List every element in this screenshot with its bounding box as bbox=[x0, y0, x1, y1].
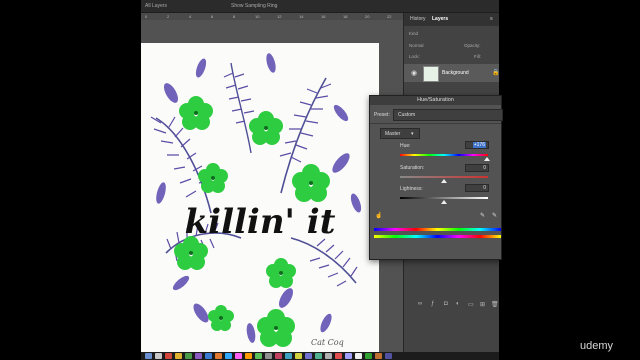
artwork-illustration: killin' it Cat Coq bbox=[150, 53, 362, 347]
channel-select[interactable]: Master ▾ bbox=[380, 128, 420, 139]
preset-select[interactable]: Custom bbox=[393, 109, 503, 121]
lightness-value: 0 bbox=[483, 185, 486, 191]
dock-app-icon[interactable] bbox=[325, 353, 332, 359]
ruler-tick-label: 12 bbox=[277, 14, 282, 19]
tab-history[interactable]: History bbox=[410, 16, 426, 22]
visibility-eye-icon[interactable]: ◉ bbox=[411, 69, 417, 77]
preset-value: Custom bbox=[398, 112, 416, 118]
dock-app-icon[interactable] bbox=[215, 353, 222, 359]
dock-app-icon[interactable] bbox=[355, 353, 362, 359]
add-mask-icon[interactable]: ◘ bbox=[444, 301, 448, 307]
adjustment-layer-icon[interactable]: ◐ bbox=[456, 301, 460, 307]
output-spectrum-bar bbox=[374, 235, 501, 238]
ruler-tick-label: 14 bbox=[299, 14, 304, 19]
filter-kind-select[interactable]: Kind bbox=[409, 31, 418, 36]
hue-value: +176 bbox=[472, 142, 486, 148]
saturation-slider-track[interactable] bbox=[400, 176, 488, 178]
preset-label: Preset: bbox=[374, 112, 390, 118]
layers-bottom-toolbar: ∞ ƒ ◘ ◐ ▭ ⊞ 🗑 bbox=[404, 300, 499, 310]
lightness-slider-thumb[interactable] bbox=[441, 200, 447, 204]
hue-saturation-dialog: Hue/Saturation Preset: Custom Master ▾ H… bbox=[369, 95, 503, 260]
new-layer-icon[interactable]: ⊞ bbox=[480, 301, 485, 308]
dock-app-icon[interactable] bbox=[345, 353, 352, 359]
dock-app-icon[interactable] bbox=[285, 353, 292, 359]
canvas-area[interactable]: killin' it Cat Coq bbox=[141, 20, 403, 358]
hue-label: Hue: bbox=[400, 143, 411, 149]
ruler-tick-label: 6 bbox=[211, 14, 214, 19]
ruler-tick-label: 16 bbox=[321, 14, 326, 19]
dock-app-icon[interactable] bbox=[225, 353, 232, 359]
hue-slider-track[interactable] bbox=[400, 154, 488, 156]
dock-app-icon[interactable] bbox=[305, 353, 312, 359]
tab-layers[interactable]: Layers bbox=[432, 16, 448, 22]
dock-app-icon[interactable] bbox=[385, 353, 392, 359]
lightness-label: Lightness: bbox=[400, 186, 423, 192]
udemy-watermark: udemy bbox=[580, 340, 614, 352]
saturation-value-field[interactable]: 0 bbox=[465, 164, 489, 172]
top-ruler: 0 2 4 6 8 10 12 14 16 18 20 22 bbox=[141, 13, 403, 20]
ruler-tick-label: 4 bbox=[189, 14, 192, 19]
lightness-value-field[interactable]: 0 bbox=[465, 184, 489, 192]
ruler-tick-label: 20 bbox=[365, 14, 370, 19]
panel-tabs: History Layers ≡ bbox=[404, 13, 499, 26]
dock-app-icon[interactable] bbox=[295, 353, 302, 359]
dock-app-icon[interactable] bbox=[275, 353, 282, 359]
layer-background[interactable]: ◉ Background 🔒 bbox=[404, 64, 499, 82]
ruler-tick-label: 10 bbox=[255, 14, 260, 19]
document-artwork[interactable]: killin' it Cat Coq bbox=[141, 43, 379, 358]
eyedropper-icon[interactable]: ✎ bbox=[480, 212, 485, 219]
targeted-adjustment-icon[interactable]: ☝ bbox=[375, 212, 382, 219]
dock-app-icon[interactable] bbox=[375, 353, 382, 359]
panel-menu-icon[interactable]: ≡ bbox=[490, 16, 493, 22]
link-layers-icon[interactable]: ∞ bbox=[418, 301, 422, 307]
layer-thumbnail bbox=[423, 66, 439, 82]
artist-signature: Cat Coq bbox=[311, 338, 344, 347]
dock-app-icon[interactable] bbox=[185, 353, 192, 359]
dock-app-icon[interactable] bbox=[195, 353, 202, 359]
lock-icon: 🔒 bbox=[492, 70, 499, 76]
input-spectrum-bar bbox=[374, 228, 501, 231]
ruler-tick-label: 18 bbox=[343, 14, 348, 19]
chevron-down-icon: ▾ bbox=[411, 130, 414, 137]
saturation-value: 0 bbox=[483, 165, 486, 171]
ruler-tick-label: 2 bbox=[167, 14, 170, 19]
opacity-label: Opacity: bbox=[464, 43, 481, 48]
channel-value: Master bbox=[385, 130, 401, 137]
sample-layers-select[interactable]: All Layers bbox=[145, 3, 167, 9]
dock-app-icon[interactable] bbox=[205, 353, 212, 359]
dock-app-icon[interactable] bbox=[255, 353, 262, 359]
dock-app-icon[interactable] bbox=[145, 353, 152, 359]
hue-slider-thumb[interactable] bbox=[484, 157, 491, 161]
dock-app-icon[interactable] bbox=[365, 353, 372, 359]
dock-app-icon[interactable] bbox=[235, 353, 242, 359]
mac-dock bbox=[141, 352, 499, 360]
ruler-tick-label: 8 bbox=[233, 14, 236, 19]
ruler-tick-label: 0 bbox=[145, 14, 148, 19]
ruler-tick-label: 22 bbox=[387, 14, 392, 19]
fx-icon[interactable]: ƒ bbox=[431, 301, 434, 307]
hue-value-field[interactable]: +176 bbox=[465, 141, 489, 149]
saturation-slider-thumb[interactable] bbox=[441, 179, 447, 183]
dock-app-icon[interactable] bbox=[155, 353, 162, 359]
fill-label: Fill: bbox=[474, 54, 481, 59]
dock-app-icon[interactable] bbox=[175, 353, 182, 359]
trash-icon[interactable]: 🗑 bbox=[491, 301, 499, 308]
layer-name: Background bbox=[442, 70, 469, 76]
dock-app-icon[interactable] bbox=[335, 353, 342, 359]
dock-app-icon[interactable] bbox=[165, 353, 172, 359]
lightness-slider-track[interactable] bbox=[400, 197, 488, 199]
lock-label: Lock: bbox=[409, 54, 420, 59]
dialog-title[interactable]: Hue/Saturation bbox=[370, 96, 501, 105]
saturation-label: Saturation: bbox=[400, 165, 425, 171]
show-sampling-ring-checkbox[interactable]: Show Sampling Ring bbox=[231, 3, 277, 9]
options-bar: All Layers Show Sampling Ring bbox=[141, 0, 499, 13]
divider bbox=[370, 123, 501, 124]
eyedropper-plus-icon[interactable]: ✎ bbox=[492, 212, 497, 219]
dock-app-icon[interactable] bbox=[245, 353, 252, 359]
dock-app-icon[interactable] bbox=[315, 353, 322, 359]
dock-app-icon[interactable] bbox=[265, 353, 272, 359]
blend-mode-select[interactable]: Normal bbox=[409, 43, 424, 48]
group-folder-icon[interactable]: ▭ bbox=[468, 301, 474, 308]
artwork-title-text: killin' it bbox=[185, 202, 336, 242]
